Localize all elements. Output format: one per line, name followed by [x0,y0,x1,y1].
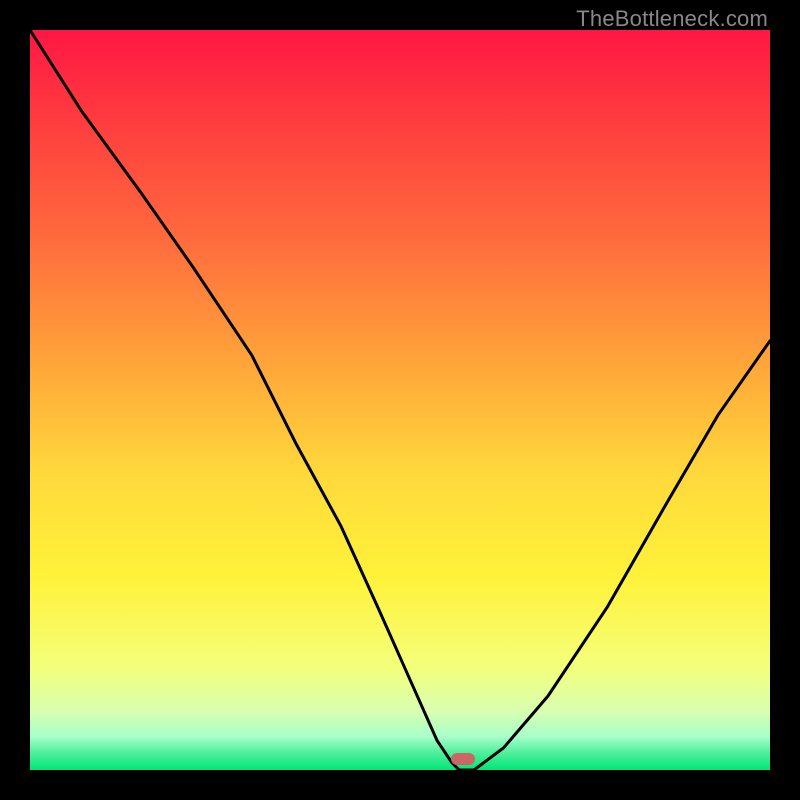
chart-frame: TheBottleneck.com [0,0,800,800]
plot-area [30,30,770,770]
bottleneck-curve [30,30,770,770]
watermark-text: TheBottleneck.com [576,6,768,32]
optimal-marker [451,753,475,765]
